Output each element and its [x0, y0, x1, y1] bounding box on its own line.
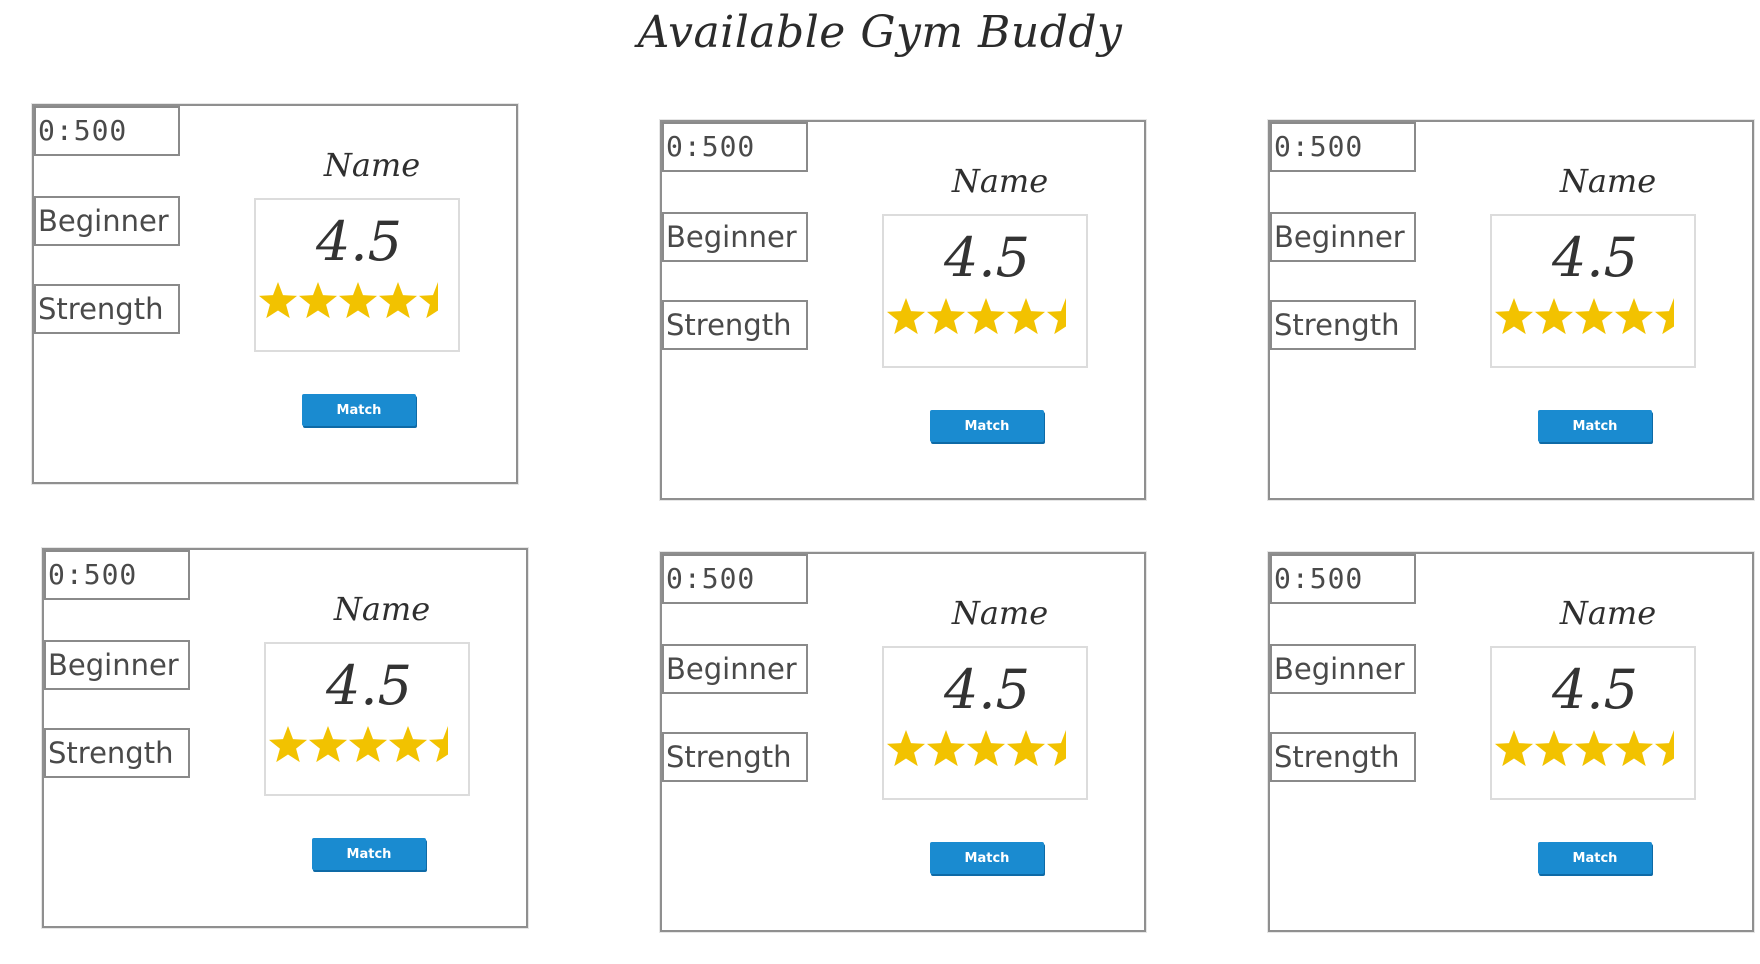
star-icon [966, 298, 1006, 335]
workout-type-label: Strength [34, 284, 180, 334]
rating-value: 4.5 [316, 210, 402, 273]
star-icon [886, 730, 926, 767]
star-rating [268, 726, 448, 763]
star-icon [1006, 730, 1046, 767]
workout-type-label: Strength [1270, 732, 1416, 782]
level-label: Beginner [1270, 644, 1416, 694]
rating-value: 4.5 [1552, 658, 1638, 721]
star-icon [1006, 298, 1046, 335]
buddy-card: 0:500 Beginner Strength Name 4.5 Match [42, 548, 528, 928]
half-star-icon [1046, 730, 1066, 767]
buddy-name: Name [951, 162, 1049, 200]
rating-value: 4.5 [944, 226, 1030, 289]
star-rating [258, 282, 438, 319]
star-icon [966, 730, 1006, 767]
star-icon [1574, 298, 1614, 335]
workout-type-label: Strength [662, 732, 808, 782]
star-icon [348, 726, 388, 763]
rating-box: 4.5 [882, 214, 1088, 368]
time-label: 0:500 [662, 122, 808, 172]
star-icon [378, 282, 418, 319]
time-label: 0:500 [44, 550, 190, 600]
match-button[interactable]: Match [930, 410, 1044, 442]
star-icon [298, 282, 338, 319]
buddy-card: 0:500 Beginner Strength Name 4.5 Match [32, 104, 518, 484]
rating-value: 4.5 [944, 658, 1030, 721]
buddy-name: Name [1559, 594, 1657, 632]
buddy-card: 0:500 Beginner Strength Name 4.5 Match [660, 120, 1146, 500]
rating-box: 4.5 [1490, 214, 1696, 368]
star-icon [1494, 730, 1534, 767]
buddy-card: 0:500 Beginner Strength Name 4.5 Match [1268, 552, 1754, 932]
match-button[interactable]: Match [930, 842, 1044, 874]
workout-type-label: Strength [1270, 300, 1416, 350]
star-rating [886, 730, 1066, 767]
buddy-name: Name [333, 590, 431, 628]
level-label: Beginner [34, 196, 180, 246]
half-star-icon [418, 282, 438, 319]
star-icon [1534, 730, 1574, 767]
level-label: Beginner [1270, 212, 1416, 262]
star-icon [1494, 298, 1534, 335]
star-icon [268, 726, 308, 763]
star-icon [338, 282, 378, 319]
half-star-icon [1046, 298, 1066, 335]
buddy-name: Name [1559, 162, 1657, 200]
match-button[interactable]: Match [1538, 842, 1652, 874]
buddy-name: Name [323, 146, 421, 184]
rating-value: 4.5 [1552, 226, 1638, 289]
workout-type-label: Strength [662, 300, 808, 350]
rating-box: 4.5 [264, 642, 470, 796]
half-star-icon [1654, 730, 1674, 767]
star-icon [886, 298, 926, 335]
star-icon [1614, 730, 1654, 767]
buddy-card: 0:500 Beginner Strength Name 4.5 Match [660, 552, 1146, 932]
level-label: Beginner [662, 644, 808, 694]
star-icon [1614, 298, 1654, 335]
rating-value: 4.5 [326, 654, 412, 717]
star-icon [258, 282, 298, 319]
workout-type-label: Strength [44, 728, 190, 778]
match-button[interactable]: Match [1538, 410, 1652, 442]
star-rating [886, 298, 1066, 335]
star-rating [1494, 298, 1674, 335]
half-star-icon [1654, 298, 1674, 335]
time-label: 0:500 [662, 554, 808, 604]
rating-box: 4.5 [254, 198, 460, 352]
time-label: 0:500 [1270, 554, 1416, 604]
match-button[interactable]: Match [302, 394, 416, 426]
star-icon [926, 298, 966, 335]
star-icon [1574, 730, 1614, 767]
level-label: Beginner [662, 212, 808, 262]
rating-box: 4.5 [1490, 646, 1696, 800]
time-label: 0:500 [34, 106, 180, 156]
star-icon [308, 726, 348, 763]
buddy-card: 0:500 Beginner Strength Name 4.5 Match [1268, 120, 1754, 500]
star-rating [1494, 730, 1674, 767]
star-icon [1534, 298, 1574, 335]
match-button[interactable]: Match [312, 838, 426, 870]
rating-box: 4.5 [882, 646, 1088, 800]
time-label: 0:500 [1270, 122, 1416, 172]
page-title: Available Gym Buddy [637, 7, 1123, 58]
star-icon [926, 730, 966, 767]
buddy-name: Name [951, 594, 1049, 632]
half-star-icon [428, 726, 448, 763]
level-label: Beginner [44, 640, 190, 690]
star-icon [388, 726, 428, 763]
